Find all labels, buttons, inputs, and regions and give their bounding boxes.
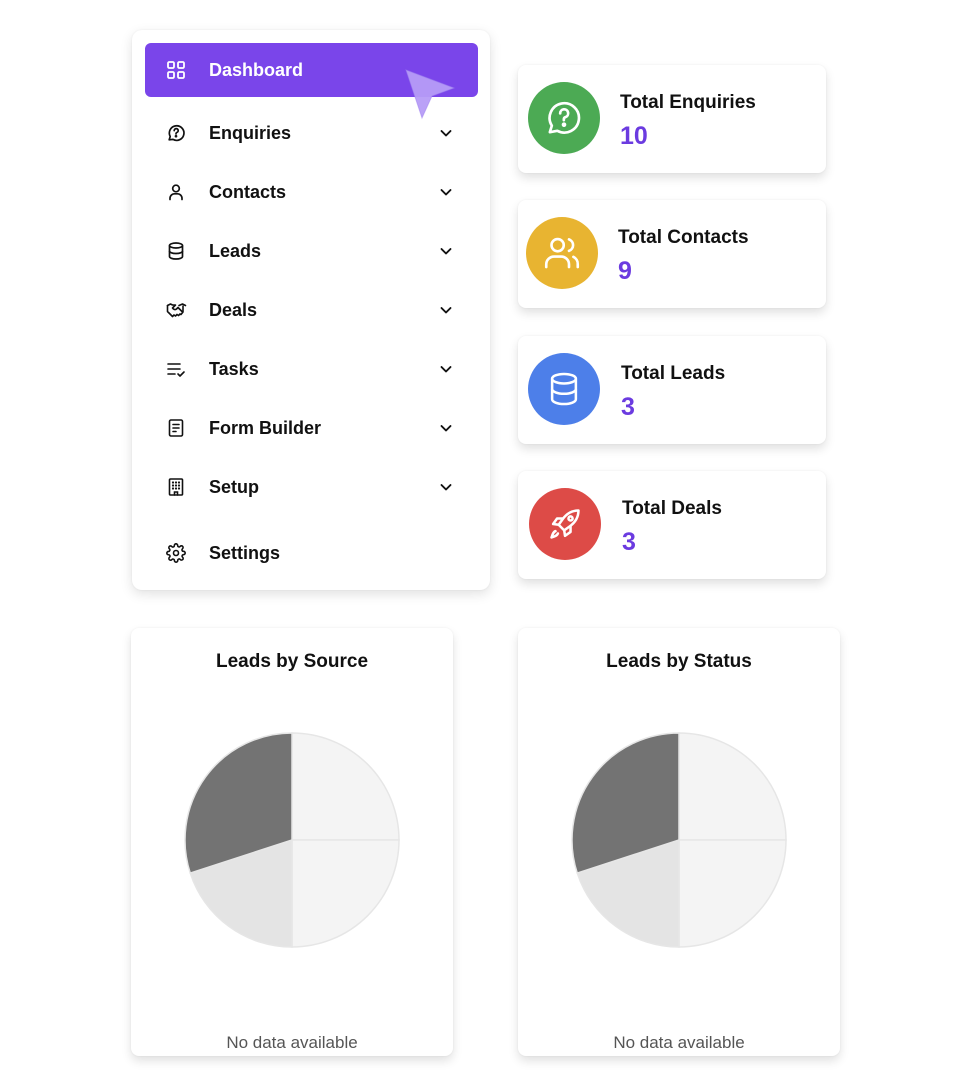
stat-title: Total Leads — [621, 363, 726, 384]
chat-question-icon — [528, 82, 600, 154]
user-icon — [165, 181, 187, 203]
stat-title: Total Deals — [622, 498, 722, 519]
stat-card-leads[interactable]: Total Leads 3 — [518, 336, 826, 444]
pie-slice — [678, 732, 787, 841]
sidebar-item-label: Form Builder — [209, 417, 322, 438]
grid-icon — [165, 59, 187, 81]
sidebar-item-dashboard[interactable]: Dashboard — [145, 43, 478, 97]
sidebar-item-form-builder[interactable]: Form Builder — [145, 401, 478, 455]
sidebar-item-enquiries[interactable]: Enquiries — [145, 106, 478, 160]
chevron-down-icon[interactable] — [438, 302, 454, 318]
pie-slice — [291, 732, 400, 841]
sidebar-item-label: Deals — [209, 299, 258, 320]
building-icon — [165, 476, 187, 498]
stat-title: Total Enquiries — [620, 92, 756, 113]
chat-question-icon — [165, 122, 187, 144]
sidebar-item-label: Setup — [209, 476, 260, 497]
form-icon — [165, 417, 187, 439]
sidebar-item-label: Tasks — [209, 358, 259, 379]
chevron-down-icon[interactable] — [438, 361, 454, 377]
chevron-down-icon[interactable] — [438, 125, 454, 141]
chevron-down-icon[interactable] — [438, 479, 454, 495]
sidebar-item-tasks[interactable]: Tasks — [145, 342, 478, 396]
database-icon — [528, 353, 600, 425]
stat-value: 9 — [618, 257, 632, 285]
database-icon — [165, 240, 187, 262]
rocket-icon — [529, 488, 601, 560]
stat-value: 3 — [621, 393, 635, 421]
empty-state-text: No data available — [613, 1033, 745, 1052]
sidebar-item-label: Settings — [209, 542, 281, 563]
sidebar-item-setup[interactable]: Setup — [145, 460, 478, 514]
stat-title: Total Contacts — [618, 227, 749, 248]
sidebar-item-deals[interactable]: Deals — [145, 283, 478, 337]
chevron-down-icon[interactable] — [438, 420, 454, 436]
stat-value: 3 — [622, 528, 636, 556]
pie-chart — [571, 732, 787, 948]
sidebar-item-label: Enquiries — [209, 122, 292, 143]
app-frame: Dashboard Enquiries Contacts Leads Deals… — [0, 0, 960, 1090]
stat-card-enquiries[interactable]: Total Enquiries 10 — [518, 65, 826, 173]
sidebar-item-label: Dashboard — [209, 59, 304, 80]
sidebar-item-leads[interactable]: Leads — [145, 224, 478, 278]
pie-slice — [678, 839, 787, 948]
users-icon — [526, 217, 598, 289]
empty-state-text: No data available — [226, 1033, 358, 1052]
chart-card-leads-by-status: Leads by Status No data available — [518, 628, 840, 1056]
chart-card-leads-by-source: Leads by Source No data available — [131, 628, 453, 1056]
chevron-down-icon[interactable] — [438, 184, 454, 200]
gear-icon — [165, 542, 187, 564]
handshake-icon — [165, 299, 187, 321]
stat-card-contacts[interactable]: Total Contacts 9 — [518, 200, 826, 308]
sidebar-item-settings[interactable]: Settings — [145, 526, 478, 580]
sidebar-item-label: Contacts — [209, 181, 287, 202]
task-list-icon — [165, 358, 187, 380]
pie-slice — [291, 839, 400, 948]
sidebar-item-label: Leads — [209, 240, 262, 261]
stat-value: 10 — [620, 122, 648, 150]
sidebar-item-contacts[interactable]: Contacts — [145, 165, 478, 219]
stat-card-deals[interactable]: Total Deals 3 — [518, 471, 826, 579]
sidebar-nav: Dashboard Enquiries Contacts Leads Deals… — [132, 30, 490, 590]
chevron-down-icon[interactable] — [438, 243, 454, 259]
pie-chart — [184, 732, 400, 948]
